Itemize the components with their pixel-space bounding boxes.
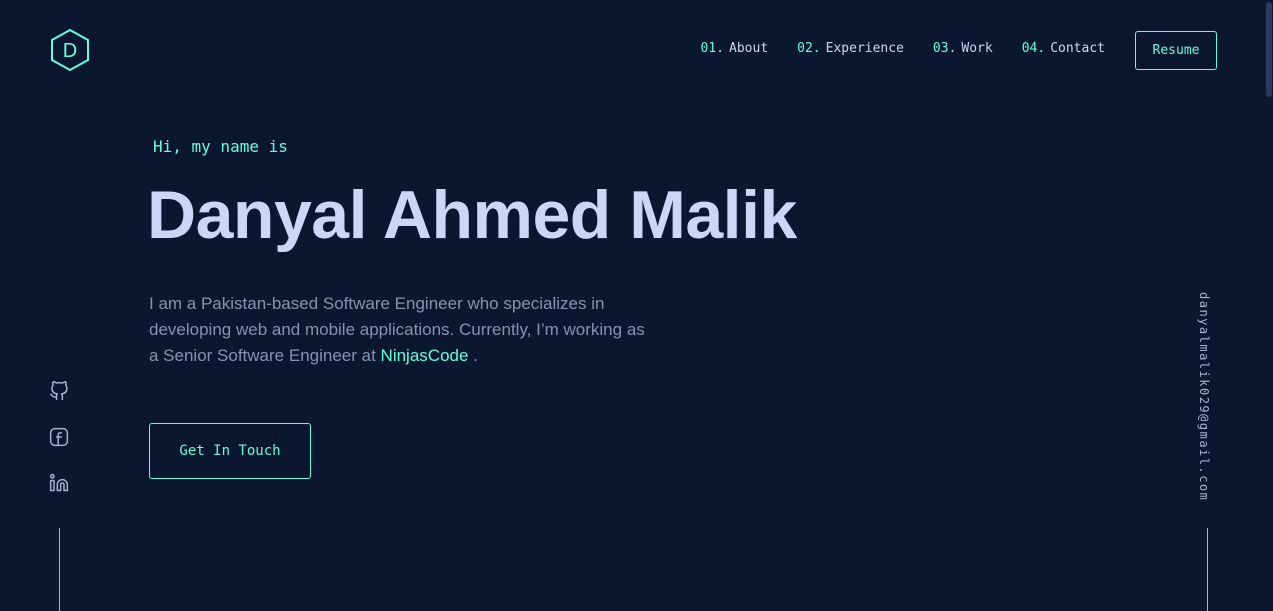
linkedin-icon[interactable] xyxy=(49,472,69,494)
nav-number: 04. xyxy=(1021,41,1046,56)
scrollbar[interactable] xyxy=(1265,0,1273,611)
right-divider-line xyxy=(1207,528,1208,611)
main-nav: 01. About 02. Experience 03. Work 04. Co… xyxy=(701,41,1105,56)
company-link[interactable]: NinjasCode xyxy=(381,346,469,365)
nav-item-about[interactable]: 01. About xyxy=(701,41,769,56)
nav-label: Work xyxy=(961,41,993,56)
nav-number: 01. xyxy=(700,41,725,56)
social-links xyxy=(49,380,69,494)
logo-letter: D xyxy=(63,40,77,62)
left-divider-line xyxy=(59,528,60,611)
nav-label: About xyxy=(729,41,769,56)
logo[interactable]: D xyxy=(49,28,91,72)
resume-button[interactable]: Resume xyxy=(1135,31,1217,70)
nav-item-contact[interactable]: 04. Contact xyxy=(1022,41,1105,56)
get-in-touch-button[interactable]: Get In Touch xyxy=(149,423,311,479)
hexagon-logo-icon: D xyxy=(51,28,89,72)
nav-item-work[interactable]: 03. Work xyxy=(933,41,993,56)
nav-number: 03. xyxy=(932,41,957,56)
nav-label: Experience xyxy=(825,41,904,56)
nav-item-experience[interactable]: 02. Experience xyxy=(797,41,904,56)
hero-name: Danyal Ahmed Malik xyxy=(147,177,797,253)
hero-bio: I am a Pakistan-based Software Engineer … xyxy=(149,291,649,369)
scrollbar-thumb[interactable] xyxy=(1266,2,1272,97)
github-icon[interactable] xyxy=(49,380,69,402)
nav-number: 02. xyxy=(797,41,821,56)
nav-label: Contact xyxy=(1050,41,1105,56)
hero-greeting: Hi, my name is xyxy=(153,137,288,156)
email-link[interactable]: danyalmalik029@gmail.com xyxy=(1197,292,1211,501)
facebook-icon[interactable] xyxy=(49,426,69,448)
hero-bio-end: . xyxy=(468,346,478,365)
